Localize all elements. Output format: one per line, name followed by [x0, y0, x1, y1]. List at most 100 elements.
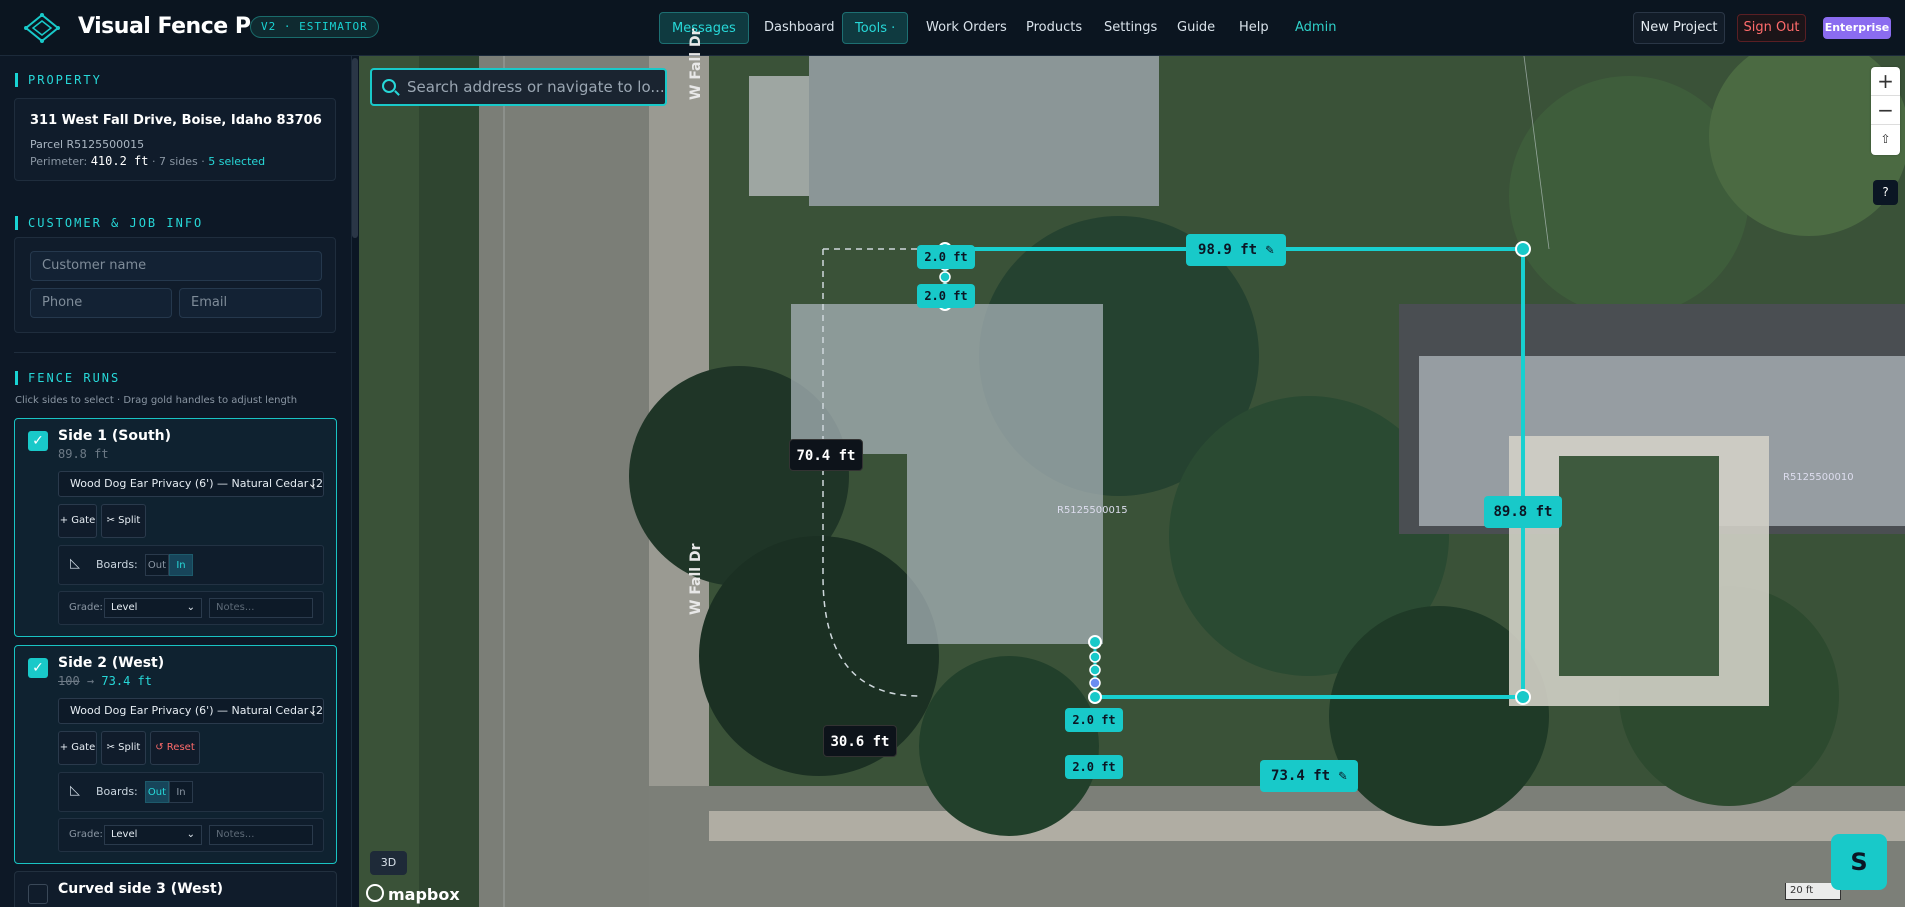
- compass-button[interactable]: ⇧: [1871, 125, 1900, 154]
- product-select[interactable]: Wood Dog Ear Privacy (6') — Natural Ceda…: [58, 698, 324, 724]
- triangle-ruler-icon: ◺: [70, 783, 80, 798]
- boards-out-toggle[interactable]: Out: [145, 781, 169, 803]
- side-1-checkbox[interactable]: ✓: [28, 431, 48, 451]
- customer-name-input[interactable]: Customer name: [30, 251, 322, 281]
- fence-runs-section-title: FENCE RUNS: [15, 371, 120, 385]
- nav-products[interactable]: Products: [1014, 12, 1094, 44]
- split-button[interactable]: ✂ Split: [101, 504, 146, 538]
- map-search-input[interactable]: Search address or navigate to lo...: [370, 68, 667, 106]
- edit-icon[interactable]: ✎: [1266, 242, 1274, 258]
- fence-runs-hint: Click sides to select · Drag gold handle…: [15, 395, 298, 406]
- chevron-down-icon: ⌄: [307, 704, 317, 717]
- zoom-out-button[interactable]: −: [1871, 96, 1900, 125]
- help-button[interactable]: ?: [1873, 180, 1898, 205]
- selected-count: 5 selected: [208, 155, 266, 168]
- boards-in-toggle[interactable]: In: [169, 781, 193, 803]
- property-perimeter: Perimeter: 410.2 ft · 7 sides · 5 select…: [30, 154, 266, 168]
- dimension-label-left[interactable]: 70.4 ft: [789, 439, 863, 471]
- edit-icon[interactable]: ✎: [1339, 768, 1347, 784]
- product-select[interactable]: Wood Dog Ear Privacy (6') — Natural Ceda…: [58, 471, 324, 497]
- dimension-label-small[interactable]: 2.0 ft: [1065, 708, 1123, 732]
- grade-label: Grade:: [69, 829, 103, 840]
- nav-dashboard[interactable]: Dashboard: [752, 12, 847, 44]
- sidebar-scrollbar[interactable]: [352, 58, 358, 238]
- perimeter-value: 410.2 ft: [90, 154, 149, 168]
- mapbox-logo: mapbox: [366, 884, 460, 904]
- sidebar: PROPERTY 311 West Fall Drive, Boise, Ida…: [0, 56, 352, 907]
- fence-run-side-2[interactable]: ✓ Side 2 (West) 100 → 73.4 ft Wood Dog E…: [14, 645, 337, 864]
- dimension-label-small[interactable]: 2.0 ft: [1065, 755, 1123, 779]
- side-3-checkbox[interactable]: [28, 884, 48, 904]
- property-parcel: Parcel R5125500015: [30, 138, 145, 151]
- property-card: 311 West Fall Drive, Boise, Idaho 83706 …: [14, 98, 336, 181]
- dimension-label-right[interactable]: 89.8 ft: [1484, 496, 1562, 528]
- nav-settings[interactable]: Settings: [1092, 12, 1169, 44]
- boards-control: ◺ Boards: Out In: [58, 772, 324, 812]
- plan-badge: Enterprise: [1823, 17, 1891, 39]
- map-view[interactable]: [359, 56, 1905, 907]
- divider: [14, 352, 336, 353]
- parcel-label: R5125500015: [1057, 505, 1128, 516]
- fence-run-side-1[interactable]: ✓ Side 1 (South) 89.8 ft Wood Dog Ear Pr…: [14, 418, 337, 637]
- corner-handle[interactable]: [1515, 241, 1531, 257]
- top-bar: Visual Fence Pro V2 · ESTIMATOR Messages…: [0, 0, 1905, 56]
- customer-card: Customer name Phone Email: [14, 237, 336, 333]
- run-title: Side 1 (South): [58, 428, 172, 444]
- grade-select[interactable]: Level ⌄: [104, 598, 202, 618]
- zoom-controls: + − ⇧: [1871, 67, 1900, 155]
- grade-control: Grade: Level ⌄ Notes...: [58, 591, 324, 625]
- nav-work-orders[interactable]: Work Orders: [914, 12, 1019, 44]
- chevron-down-icon: ⌄: [307, 477, 317, 490]
- boards-in-toggle[interactable]: In: [169, 554, 193, 576]
- sign-out-button[interactable]: Sign Out: [1737, 14, 1806, 42]
- nav-tools[interactable]: Tools ·: [842, 12, 909, 44]
- side-2-checkbox[interactable]: ✓: [28, 658, 48, 678]
- dimension-label-small[interactable]: 2.0 ft: [917, 284, 975, 308]
- dimension-label-top[interactable]: 98.9 ft ✎: [1186, 234, 1286, 266]
- brand-name: Visual Fence Pro: [78, 14, 276, 39]
- run-length: 100 → 73.4 ft: [58, 674, 152, 688]
- nav-help[interactable]: Help: [1227, 12, 1281, 44]
- dimension-label-bottom[interactable]: 73.4 ft ✎: [1260, 760, 1358, 792]
- road-label: W Fall Dr: [688, 543, 704, 615]
- reset-button[interactable]: ↺ Reset: [150, 731, 200, 765]
- zoom-in-button[interactable]: +: [1871, 67, 1900, 96]
- dimension-label-small[interactable]: 2.0 ft: [917, 245, 975, 269]
- boards-control: ◺ Boards: Out In: [58, 545, 324, 585]
- parcel-label: R5125500010: [1783, 472, 1854, 483]
- chevron-down-icon: ⌄: [186, 602, 195, 613]
- phone-input[interactable]: Phone: [30, 288, 172, 318]
- boards-label: Boards:: [96, 785, 138, 798]
- customer-section-title: CUSTOMER & JOB INFO: [15, 216, 203, 230]
- floating-action-button[interactable]: S: [1831, 834, 1887, 890]
- boards-label: Boards:: [96, 558, 138, 571]
- notes-input[interactable]: Notes...: [209, 825, 313, 845]
- triangle-ruler-icon: ◺: [70, 556, 80, 571]
- chevron-down-icon: ⌄: [186, 829, 195, 840]
- run-length: 89.8 ft: [58, 447, 109, 461]
- grade-label: Grade:: [69, 602, 103, 613]
- grade-select[interactable]: Level ⌄: [104, 825, 202, 845]
- dimension-label-curve[interactable]: 30.6 ft: [823, 725, 897, 757]
- corner-handle[interactable]: [1515, 689, 1531, 705]
- nav-guide[interactable]: Guide: [1165, 12, 1227, 44]
- email-input[interactable]: Email: [179, 288, 322, 318]
- notes-input[interactable]: Notes...: [209, 598, 313, 618]
- fence-run-curved-side-3[interactable]: Curved side 3 (West): [14, 871, 337, 907]
- 3d-toggle-button[interactable]: 3D: [370, 851, 407, 875]
- grade-control: Grade: Level ⌄ Notes...: [58, 818, 324, 852]
- run-title: Curved side 3 (West): [58, 881, 224, 897]
- add-gate-button[interactable]: + Gate: [58, 504, 97, 538]
- add-gate-button[interactable]: + Gate: [58, 731, 97, 765]
- nav-admin[interactable]: Admin: [1283, 12, 1348, 44]
- logo-icon: [24, 13, 60, 43]
- property-address: 311 West Fall Drive, Boise, Idaho 83706: [30, 113, 322, 128]
- version-badge: V2 · ESTIMATOR: [250, 16, 379, 38]
- run-title: Side 2 (West): [58, 655, 165, 671]
- property-section-title: PROPERTY: [15, 73, 102, 87]
- road-label: W Fall Dr: [688, 28, 704, 100]
- search-icon: [382, 79, 396, 93]
- new-project-button[interactable]: New Project: [1633, 12, 1725, 44]
- split-button[interactable]: ✂ Split: [101, 731, 146, 765]
- boards-out-toggle[interactable]: Out: [145, 554, 169, 576]
